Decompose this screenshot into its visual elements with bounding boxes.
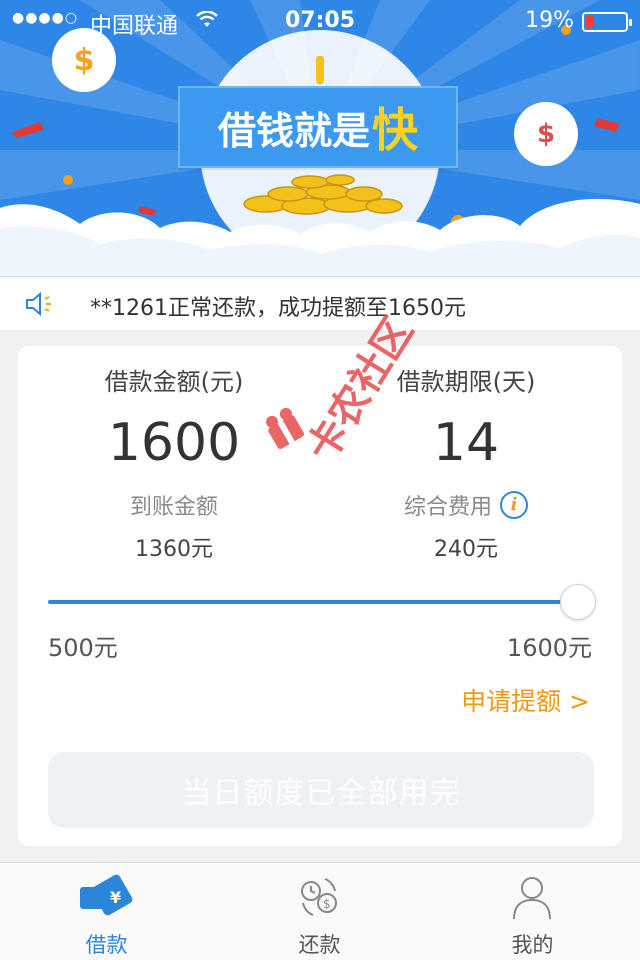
amount-slider-thumb[interactable]: [560, 584, 596, 620]
total-fee-value: 240元: [434, 537, 498, 562]
amount-slider-track[interactable]: [48, 600, 578, 604]
total-fee-label: 综合费用 i: [336, 489, 596, 521]
loan-term-value: 14: [432, 413, 500, 473]
hero-banner-area: ●●●●○ 中国联通 07:05 19% $ $ 借钱就是 快: [0, 0, 640, 276]
tab-repay[interactable]: $ 还款: [213, 863, 426, 960]
person-icon: [513, 877, 551, 920]
apply-increase-link[interactable]: 申请提额 >: [461, 682, 590, 718]
tab-mine[interactable]: 我的: [426, 863, 639, 960]
loan-page: ●●●●○ 中国联通 07:05 19% $ $ 借钱就是 快 **1261正常…: [0, 0, 640, 960]
tab-borrow[interactable]: ¥ 借款: [0, 863, 213, 960]
received-amount-value: 1360元: [135, 537, 213, 562]
battery-icon: [582, 12, 632, 32]
speaker-icon: [26, 291, 51, 317]
clouds-decoration: [0, 198, 640, 276]
slider-max-label: 1600元: [506, 634, 592, 662]
announcement-text: **1261正常还款，成功提额至1650元: [90, 296, 466, 321]
hero-title-banner: 借钱就是 快: [178, 86, 458, 168]
tab-repay-label: 还款: [298, 933, 341, 957]
bottom-tab-bar: ¥ 借款 $ 还款 我的: [0, 862, 640, 960]
svg-text:¥: ¥: [110, 888, 121, 907]
tab-mine-label: 我的: [511, 933, 554, 957]
money-bag-bubble-icon: $: [514, 102, 578, 166]
svg-text:$: $: [323, 897, 331, 911]
tab-borrow-label: 借款: [85, 933, 128, 957]
status-bar: ●●●●○ 中国联通 07:05 19%: [0, 0, 640, 40]
loan-amount-label: 借款金额(元): [104, 368, 244, 396]
borrow-button-disabled[interactable]: 当日额度已全部用完: [48, 752, 594, 828]
hero-title-accent: 快: [372, 103, 418, 157]
wallet-card-icon: ¥: [80, 874, 133, 916]
announcement-bar: **1261正常还款，成功提额至1650元: [0, 276, 640, 330]
slider-min-label: 500元: [48, 634, 118, 662]
received-amount-label: 到账金额: [129, 495, 218, 520]
repay-cycle-icon: $: [301, 878, 337, 916]
hero-title: 借钱就是: [217, 108, 370, 153]
info-icon[interactable]: i: [500, 491, 528, 519]
battery-percent: 19%: [525, 8, 574, 33]
